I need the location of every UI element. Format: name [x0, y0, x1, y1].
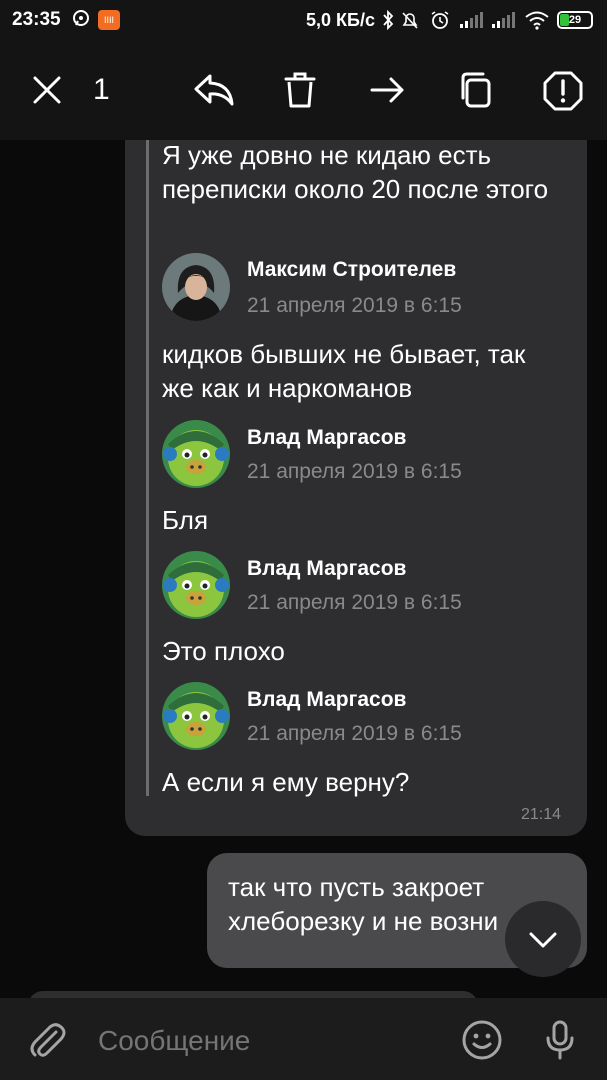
avatar[interactable] [162, 253, 230, 321]
message-composer [0, 998, 607, 1080]
message-input[interactable] [96, 1022, 440, 1060]
selected-count: 1 [93, 73, 110, 106]
app-notification-icon: IIII [98, 10, 120, 30]
voice-message-button[interactable] [538, 1018, 582, 1062]
battery-level: 29 [568, 14, 582, 26]
signal-2-icon [490, 10, 516, 35]
forwarded-author[interactable]: Влад Маргасов [247, 557, 406, 581]
green-pig-avatar-image [162, 420, 230, 488]
copy-button[interactable] [455, 70, 495, 110]
battery-icon: 29 [557, 11, 593, 29]
forwarded-author[interactable]: Максим Строителев [247, 258, 456, 282]
attach-button[interactable] [26, 1018, 70, 1062]
message-time: 21:14 [521, 806, 562, 823]
forwarded-author[interactable]: Влад Маргасов [247, 426, 406, 450]
mute-bell-icon [400, 10, 420, 35]
report-button[interactable] [542, 70, 583, 111]
outgoing-message-text: так что пусть закроет хлеборезку и не во… [228, 870, 528, 938]
forwarded-date: 21 апреля 2019 в 6:15 [247, 722, 462, 745]
sticker-button[interactable] [460, 1018, 504, 1062]
forwarded-message-text: Бля [162, 505, 209, 535]
forwarded-date: 21 апреля 2019 в 6:15 [247, 591, 462, 614]
alarm-icon [429, 10, 451, 35]
smile-icon [462, 1020, 502, 1060]
forward-button[interactable] [368, 70, 408, 110]
outgoing-message-text-content: так что пусть закроет хлеборезку и не во… [228, 872, 499, 936]
signal-1-icon [458, 10, 484, 35]
reply-button[interactable] [192, 70, 234, 110]
status-bar: 23:35 IIII 5,0 КБ/с 29 [0, 0, 607, 40]
scroll-down-button[interactable] [505, 901, 581, 977]
avatar[interactable] [162, 682, 230, 750]
microphone-icon [546, 1020, 574, 1060]
close-icon [33, 76, 61, 104]
green-pig-avatar-image [162, 551, 230, 619]
next-message-bubble[interactable] [28, 991, 478, 998]
avatar[interactable] [162, 551, 230, 619]
paperclip-icon [30, 1023, 66, 1057]
wifi-icon [524, 10, 550, 35]
person-avatar-image [162, 253, 230, 321]
report-icon [543, 71, 583, 111]
selection-toolbar: 1 [0, 40, 607, 140]
forwarded-intro-text: Я уже довно не кидаю есть переписки окол… [162, 140, 549, 204]
forwarded-message-text: Это плохо [162, 636, 285, 666]
network-speed: 5,0 КБ/с [306, 10, 375, 30]
forwarded-date: 21 апреля 2019 в 6:15 [247, 460, 462, 483]
arrow-right-icon [370, 77, 404, 103]
trash-icon [284, 72, 316, 108]
message-list[interactable]: Я уже довно не кидаю есть переписки окол… [0, 140, 607, 998]
forwarded-author[interactable]: Влад Маргасов [247, 688, 406, 712]
bluetooth-icon [382, 9, 394, 35]
status-time: 23:35 [12, 9, 61, 30]
avatar[interactable] [162, 420, 230, 488]
chat-notification-icon [72, 9, 92, 34]
forwarded-message-text: кидков бывших не бывает, так же как и на… [162, 339, 526, 403]
copy-icon [461, 72, 491, 108]
close-selection-button[interactable] [27, 70, 67, 110]
forwarded-message-text: А если я ему верну? [162, 767, 410, 797]
green-pig-avatar-image [162, 682, 230, 750]
delete-button[interactable] [280, 70, 320, 110]
chevron-down-icon [529, 932, 557, 948]
forward-quote-bar [146, 140, 149, 796]
reply-icon [194, 74, 234, 106]
forwarded-date: 21 апреля 2019 в 6:15 [247, 294, 462, 317]
